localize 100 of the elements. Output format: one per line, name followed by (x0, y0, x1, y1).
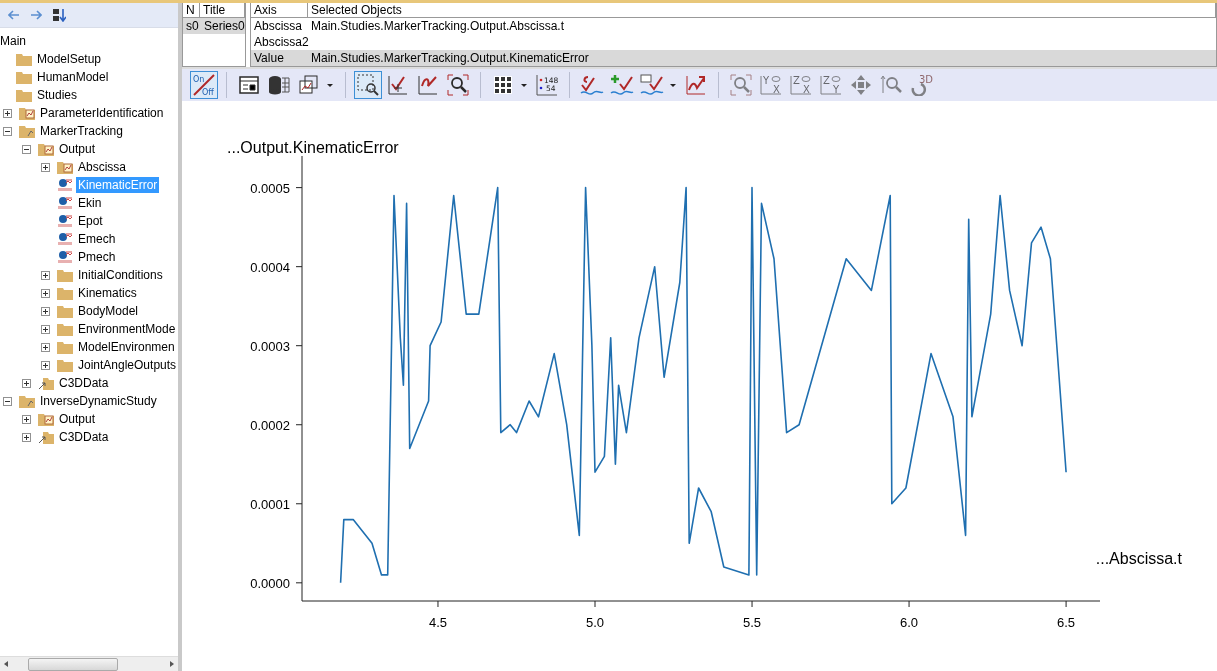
dropdown-caret-icon[interactable] (327, 83, 333, 87)
toolbar-button[interactable] (354, 71, 382, 99)
table-cell-text: Main.Studies.MarkerTracking.Output.Abscissa.t (310, 19, 565, 33)
y-tick-label: 0.0000 (250, 575, 290, 591)
tree-item[interactable]: HumanModel (35, 69, 111, 85)
study-folder-icon (19, 394, 35, 408)
toolbar-button[interactable] (444, 71, 472, 99)
y-tick-label: 0.0002 (250, 417, 290, 433)
data-folder-icon (38, 430, 54, 444)
expand-toggle[interactable] (22, 378, 31, 388)
sort-icon[interactable] (52, 8, 66, 22)
x-tick-label: 6.0 (900, 615, 919, 630)
export-chart-icon (299, 75, 319, 95)
expand-toggle[interactable] (22, 432, 31, 442)
float-variable-icon (57, 250, 73, 264)
tree-item[interactable]: BodyModel (76, 303, 141, 319)
expand-toggle[interactable] (41, 288, 50, 298)
tree-item[interactable]: ModelSetup (35, 51, 104, 67)
tree-item[interactable]: Emech (76, 231, 118, 247)
curve-edit-icon (640, 74, 664, 96)
tree-item[interactable]: JointAngleOutputs (76, 357, 178, 373)
toolbar-button[interactable]: On Off (190, 71, 218, 99)
curve-export-icon (685, 74, 707, 96)
column-header[interactable]: N (183, 3, 200, 17)
tree-item[interactable]: MarkerTracking (38, 123, 125, 139)
column-header[interactable]: Selected Objects (308, 3, 1216, 17)
x-tick-label: 5.0 (585, 615, 605, 630)
float-variable-icon (57, 214, 73, 228)
y-tick-label: 0.0003 (250, 338, 290, 354)
forward-arrow-icon[interactable] (30, 10, 42, 20)
zoom-pan-icon (387, 74, 409, 96)
folder-icon (57, 322, 73, 336)
table-cell-text: Abscissa2 (253, 35, 308, 49)
collapse-toggle[interactable] (3, 396, 12, 406)
data-folder-icon (38, 376, 54, 390)
tree-item[interactable]: Kinematics (76, 285, 139, 301)
float-variable-icon (57, 232, 73, 246)
tree-item[interactable]: Abscissa (76, 159, 129, 175)
study-folder-icon (19, 124, 35, 138)
chart-folder-icon (38, 412, 54, 426)
chart-title: ...Output.KinematicError (227, 139, 399, 156)
folder-icon (16, 52, 32, 66)
table-cell-text: s0 (185, 19, 200, 33)
tree-item[interactable]: Pmech (76, 249, 118, 265)
float-variable-icon (57, 196, 73, 210)
expand-toggle[interactable] (41, 342, 50, 352)
database-icon (268, 75, 290, 95)
tree-item[interactable]: C3DData (57, 375, 111, 391)
expand-toggle[interactable] (3, 108, 12, 118)
scroll-left-icon[interactable] (4, 661, 8, 667)
x-tick-label: 5.5 (743, 615, 762, 630)
tree-item[interactable]: ParameterIdentification (38, 105, 166, 121)
folder-icon (57, 304, 73, 318)
column-header[interactable]: Axis (251, 3, 308, 17)
scroll-right-icon[interactable] (170, 661, 174, 667)
table-cell-text: Value (253, 51, 285, 65)
expand-toggle[interactable] (22, 414, 31, 424)
dropdown-caret-icon[interactable] (670, 83, 676, 87)
collapse-toggle[interactable] (3, 126, 12, 136)
pan-arrows-icon (850, 74, 872, 96)
chart-folder-icon (19, 106, 35, 120)
table-cell-text: Series0 (203, 19, 246, 33)
table-cell-text: Abscissa (253, 19, 304, 33)
grid-icon (493, 75, 513, 95)
tree-item[interactable]: ModelEnvironmen (76, 339, 177, 355)
zoom-icon (730, 74, 752, 96)
tree-item[interactable]: Ekin (76, 195, 104, 211)
dropdown-caret-icon[interactable] (521, 83, 527, 87)
zoom-icon (447, 74, 469, 96)
tree-item[interactable]: InverseDynamicStudy (38, 393, 159, 409)
tree-item[interactable]: Epot (76, 213, 105, 229)
curve-style-icon (580, 74, 604, 96)
expand-toggle[interactable] (41, 306, 50, 316)
expand-toggle[interactable] (41, 360, 50, 370)
tree-item[interactable]: Output (57, 141, 98, 157)
column-header[interactable]: Title (200, 3, 245, 17)
float-variable-icon (57, 178, 73, 192)
scrollbar-thumb[interactable] (28, 657, 118, 671)
collapse-toggle[interactable] (22, 144, 31, 154)
tree-item[interactable]: Studies (35, 87, 80, 103)
y-tick-label: 0.0004 (250, 259, 290, 275)
zoom-fit-icon (417, 74, 439, 96)
properties-icon (239, 76, 259, 94)
y-tick-label: 0.0005 (250, 180, 290, 196)
tree-item[interactable]: Output (57, 411, 98, 427)
folder-icon (57, 268, 73, 282)
tree-item[interactable]: C3DData (57, 429, 111, 445)
expand-toggle[interactable] (41, 162, 50, 172)
tree-root[interactable]: Main (0, 33, 28, 49)
expand-toggle[interactable] (41, 324, 50, 334)
tree-item[interactable]: EnvironmentMode (76, 321, 178, 337)
back-arrow-icon[interactable] (8, 10, 20, 20)
folder-icon (57, 286, 73, 300)
expand-toggle[interactable] (41, 270, 50, 280)
folder-icon (16, 70, 32, 84)
folder-icon (16, 88, 32, 102)
tree-item[interactable]: InitialConditions (76, 267, 165, 283)
x-tick-label: 4.5 (428, 615, 447, 630)
chart-folder-icon (57, 160, 73, 174)
zoom-box-icon (357, 74, 379, 96)
